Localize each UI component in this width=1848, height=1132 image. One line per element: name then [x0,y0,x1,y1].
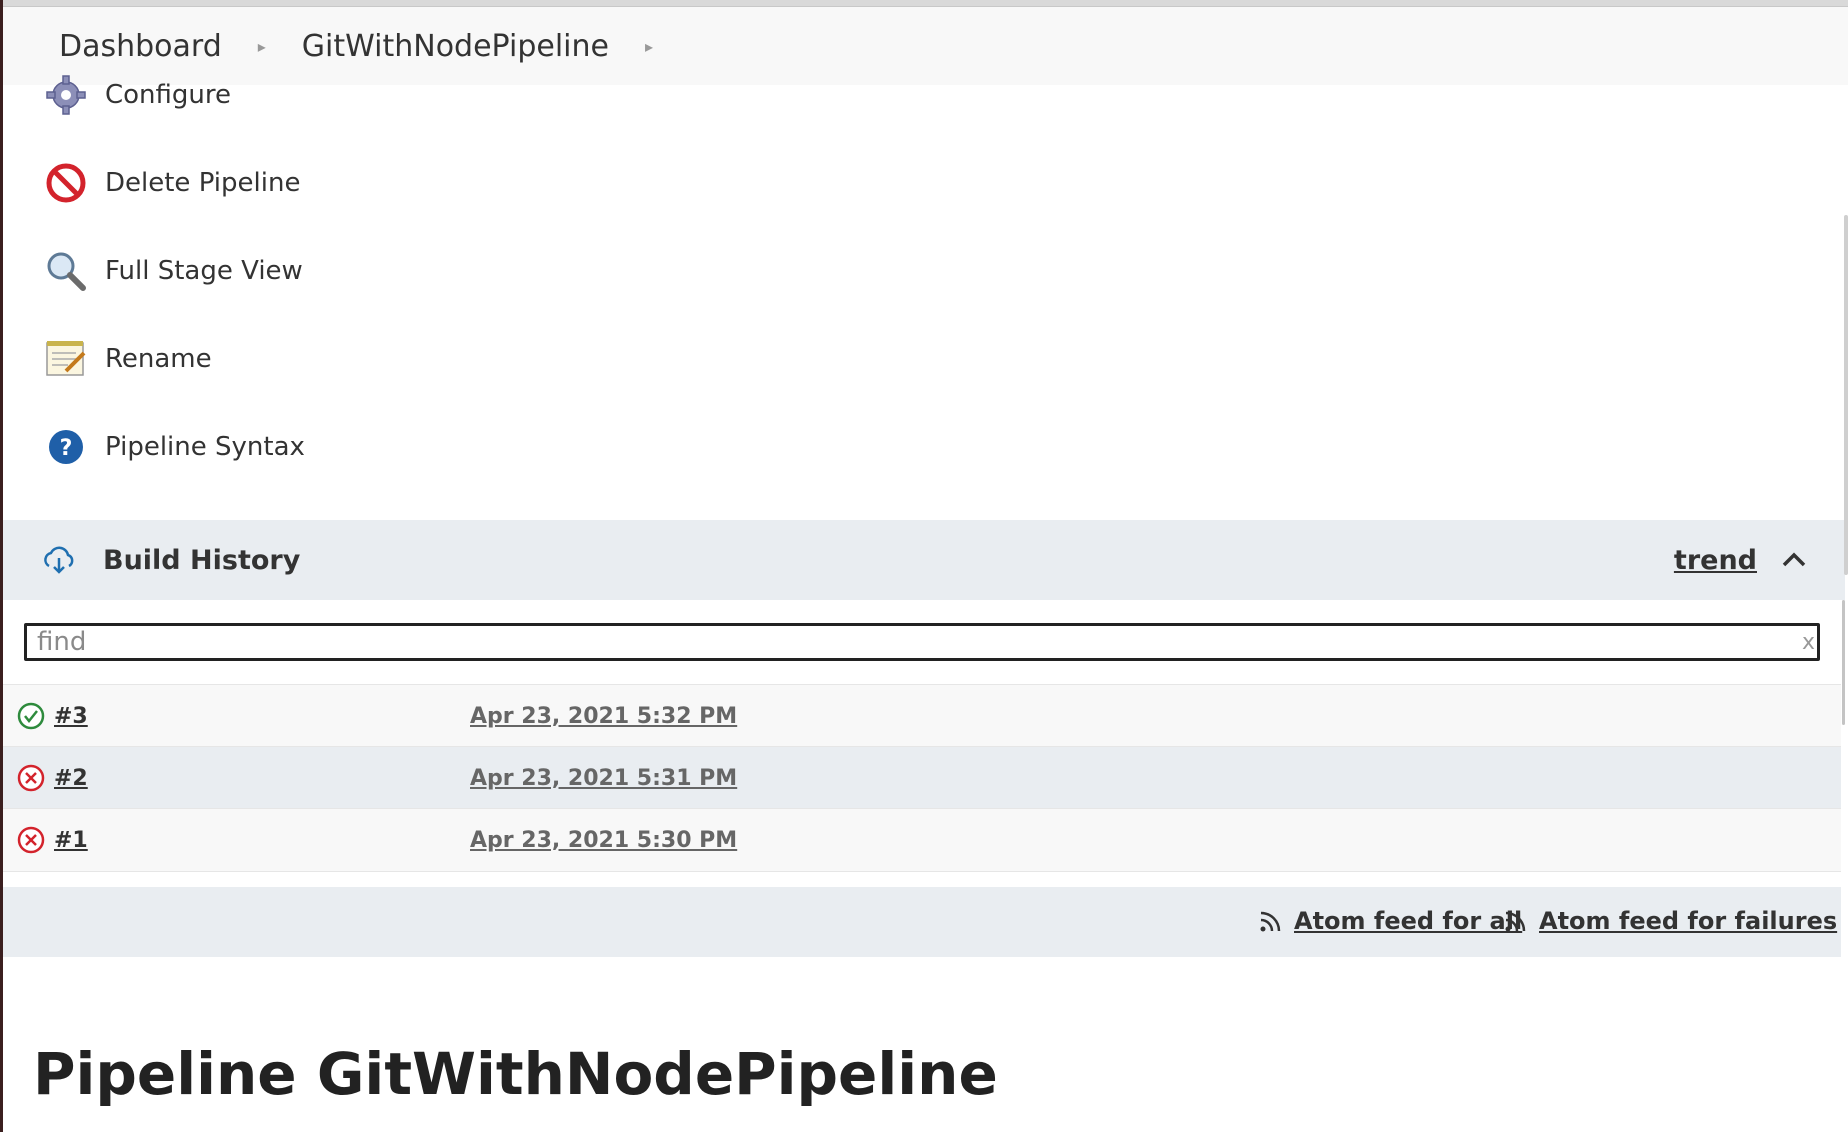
task-pipeline-syntax[interactable]: ? Pipeline Syntax [3,417,305,477]
magnifier-icon [43,248,89,294]
task-label: Full Stage View [105,256,303,286]
build-history-title: Build History [103,544,301,576]
task-label: Delete Pipeline [105,168,301,198]
breadcrumb-separator-icon[interactable]: ▸ [645,37,653,56]
build-history-scrollbar[interactable] [1842,600,1845,725]
build-history-header: Build History trend [3,520,1845,600]
breadcrumb-dashboard[interactable]: Dashboard [59,29,222,64]
breadcrumb-pipeline[interactable]: GitWithNodePipeline [302,29,609,64]
rss-icon [1503,908,1529,934]
atom-feed-failures-label: Atom feed for failures [1539,907,1838,935]
help-icon: ? [43,424,89,470]
atom-feed-all-link[interactable]: Atom feed for all [1258,907,1522,935]
failure-x-icon [16,763,46,793]
build-row[interactable]: #3 Apr 23, 2021 5:32 PM [3,684,1841,747]
atom-feed-all-label: Atom feed for all [1294,907,1523,935]
page-scrollbar[interactable] [1844,215,1848,575]
svg-text:?: ? [60,436,73,461]
breadcrumb-separator-icon[interactable]: ▸ [258,37,266,56]
success-check-icon [16,701,46,731]
task-label: Configure [105,80,232,110]
clear-find-button[interactable]: x [1802,630,1815,655]
build-date-link[interactable]: Apr 23, 2021 5:31 PM [470,766,737,791]
build-date-link[interactable]: Apr 23, 2021 5:30 PM [470,828,737,853]
build-number-link[interactable]: #3 [54,704,88,729]
build-number-link[interactable]: #1 [54,828,88,853]
chevron-up-icon[interactable] [1779,545,1809,575]
task-full-stage-view[interactable]: Full Stage View [3,241,303,301]
find-input[interactable] [24,623,1820,661]
task-label: Rename [105,344,212,374]
build-row[interactable]: #2 Apr 23, 2021 5:31 PM [3,746,1841,809]
notepad-pencil-icon [43,336,89,382]
task-label: Pipeline Syntax [105,432,305,462]
no-entry-icon [43,160,89,206]
build-row[interactable]: #1 Apr 23, 2021 5:30 PM [3,808,1841,872]
window-top-border [0,0,1848,7]
task-delete-pipeline[interactable]: Delete Pipeline [3,153,300,213]
page-title: Pipeline GitWithNodePipeline [33,1040,998,1108]
task-rename[interactable]: Rename [3,329,212,389]
build-number-link[interactable]: #2 [54,766,88,791]
gear-icon [43,72,89,118]
rss-icon [1258,908,1284,934]
build-filter: x [3,600,1841,684]
breadcrumb: Dashboard ▸ GitWithNodePipeline ▸ [3,7,1848,85]
atom-feeds-bar: Atom feed for all Atom feed for failures [3,887,1841,957]
cloud-download-icon [41,542,77,578]
task-configure[interactable]: Configure [3,65,231,125]
atom-feed-failures-link[interactable]: Atom feed for failures [1503,907,1837,935]
failure-x-icon [16,825,46,855]
build-date-link[interactable]: Apr 23, 2021 5:32 PM [470,704,737,729]
trend-link[interactable]: trend [1674,545,1757,576]
